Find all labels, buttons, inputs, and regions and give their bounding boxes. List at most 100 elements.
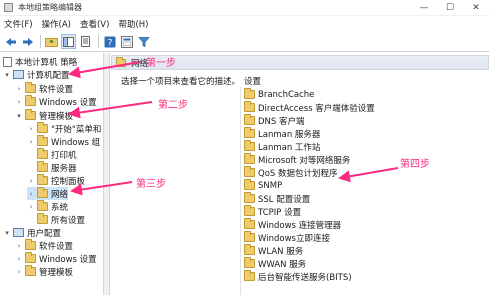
folder-icon <box>244 153 255 164</box>
setting-row[interactable]: WLAN 服务 <box>244 244 303 257</box>
tree-item-label: 计算机配置 <box>27 70 70 81</box>
expand-icon[interactable]: › <box>15 268 23 276</box>
setting-row[interactable]: 后台智能传送服务(BITS) <box>244 270 352 283</box>
setting-label: QoS 数据包计划程序 <box>258 168 338 179</box>
tree-item-label: 所有设置 <box>51 215 86 226</box>
tree-item-control-panel[interactable]: › 控制面板 <box>27 174 85 187</box>
setting-label: WWAN 服务 <box>258 259 307 270</box>
tree-item-user-software-settings[interactable]: › 软件设置 <box>15 239 73 252</box>
tree-item-user-admin-templates[interactable]: › 管理模板 <box>15 265 73 278</box>
tree-item-servers[interactable]: 服务器 <box>37 161 77 174</box>
folder-icon <box>37 135 48 146</box>
tree-item-network[interactable]: › 网络 <box>27 187 69 200</box>
expand-icon[interactable]: › <box>15 242 23 250</box>
folder-icon <box>37 200 48 211</box>
tree-item-system[interactable]: › 系统 <box>27 200 68 213</box>
setting-row[interactable]: WWAN 服务 <box>244 257 306 270</box>
filter-button[interactable] <box>136 34 151 49</box>
tree-item-software-settings[interactable]: › 软件设置 <box>15 82 73 95</box>
export-list-icon <box>81 36 90 47</box>
setting-row[interactable]: SNMP <box>244 179 282 192</box>
menu-action[interactable]: 操作(A) <box>42 18 71 30</box>
folder-icon <box>37 148 48 159</box>
help-button[interactable]: ? <box>102 34 117 49</box>
menu-view[interactable]: 查看(V) <box>80 18 109 30</box>
expand-icon[interactable]: › <box>27 138 35 146</box>
setting-row[interactable]: Lanman 工作站 <box>244 140 320 153</box>
properties-button[interactable] <box>119 34 134 49</box>
expand-icon[interactable]: › <box>27 125 35 133</box>
back-button[interactable] <box>3 34 18 49</box>
export-list-button[interactable] <box>78 34 93 49</box>
arrow-step4 <box>338 167 399 183</box>
menu-bar: 文件(F) 操作(A) 查看(V) 帮助(H) <box>0 16 489 32</box>
expand-icon[interactable]: › <box>15 85 23 93</box>
setting-row[interactable]: TCPIP 设置 <box>244 205 301 218</box>
window-controls: — ☐ ✕ <box>411 0 489 16</box>
annotation-step4: 第四步 <box>400 159 430 170</box>
folder-icon <box>25 95 36 106</box>
show-hide-tree-button[interactable] <box>61 34 76 49</box>
setting-row[interactable]: Windows立即连接 <box>244 231 330 244</box>
tree-root[interactable]: 本地计算机 策略 <box>3 55 77 68</box>
collapse-icon[interactable]: ▾ <box>3 71 11 79</box>
minimize-button[interactable]: — <box>411 0 437 16</box>
collapse-icon[interactable]: ▾ <box>3 229 11 237</box>
folder-icon <box>37 187 48 198</box>
menu-file[interactable]: 文件(F) <box>4 18 33 30</box>
folder-icon <box>37 213 48 224</box>
setting-row[interactable]: Windows 连接管理器 <box>244 218 341 231</box>
tree-item-label: "开始"菜单和 <box>51 124 102 135</box>
setting-label: 后台智能传送服务(BITS) <box>258 272 352 283</box>
setting-label: Lanman 服务器 <box>258 129 321 140</box>
setting-row[interactable]: Lanman 服务器 <box>244 127 320 140</box>
setting-row[interactable]: Microsoft 对等网络服务 <box>244 153 350 166</box>
expand-icon[interactable]: › <box>27 190 35 198</box>
forward-button[interactable] <box>20 34 35 49</box>
expand-icon[interactable]: › <box>15 255 23 263</box>
tree-item-label: Windows 设置 <box>39 97 97 108</box>
tree-item-label: 用户配置 <box>27 228 62 239</box>
toolbar-separator <box>40 35 41 48</box>
setting-label: SNMP <box>258 180 283 191</box>
tree-item-label: 网络 <box>51 189 69 200</box>
folder-icon <box>25 239 36 250</box>
toolbar: ? <box>0 32 489 52</box>
tree-item-start-menu[interactable]: › "开始"菜单和 <box>27 122 101 135</box>
setting-row[interactable]: SSL 配置设置 <box>244 192 310 205</box>
expand-icon[interactable]: › <box>27 177 35 185</box>
tree-item-user-windows-settings[interactable]: › Windows 设置 <box>15 252 97 265</box>
pane-splitter[interactable] <box>104 53 110 295</box>
maximize-button[interactable]: ☐ <box>437 0 463 16</box>
folder-icon <box>37 174 48 185</box>
folder-icon <box>37 161 48 172</box>
tree-item-admin-templates[interactable]: ▾ 管理模板 <box>15 109 73 122</box>
tree-item-label: 控制面板 <box>51 176 86 187</box>
folder-icon <box>244 101 255 112</box>
setting-label: DNS 客户端 <box>258 116 305 127</box>
tree-item-user-config[interactable]: ▾ 用户配置 <box>3 226 61 239</box>
collapse-icon[interactable]: ▾ <box>15 112 23 120</box>
folder-icon <box>244 231 255 242</box>
setting-row[interactable]: BranchCache <box>244 88 314 101</box>
tree-item-all-settings[interactable]: 所有设置 <box>37 213 85 226</box>
tree-item-label: 管理模板 <box>39 111 74 122</box>
setting-label: TCPIP 设置 <box>258 207 302 218</box>
tree-item-computer-config[interactable]: ▾ 计算机配置 <box>3 68 70 81</box>
folder-icon <box>244 114 255 125</box>
computer-icon <box>13 70 24 79</box>
tree-item-windows-settings[interactable]: › Windows 设置 <box>15 95 97 108</box>
settings-column-header[interactable]: 设置 <box>244 75 261 87</box>
expand-icon[interactable]: › <box>27 203 35 211</box>
folder-icon <box>244 140 255 151</box>
setting-row[interactable]: QoS 数据包计划程序 <box>244 166 338 179</box>
setting-row[interactable]: DNS 客户端 <box>244 114 305 127</box>
close-button[interactable]: ✕ <box>463 0 489 16</box>
console-tree-icon <box>63 36 74 47</box>
menu-help[interactable]: 帮助(H) <box>118 18 148 30</box>
up-folder-button[interactable] <box>44 34 59 49</box>
expand-icon[interactable]: › <box>15 98 23 106</box>
tree-item-printers[interactable]: 打印机 <box>37 148 77 161</box>
setting-row[interactable]: DirectAccess 客户端体验设置 <box>244 101 375 114</box>
tree-item-windows-components[interactable]: › Windows 组 <box>27 135 100 148</box>
